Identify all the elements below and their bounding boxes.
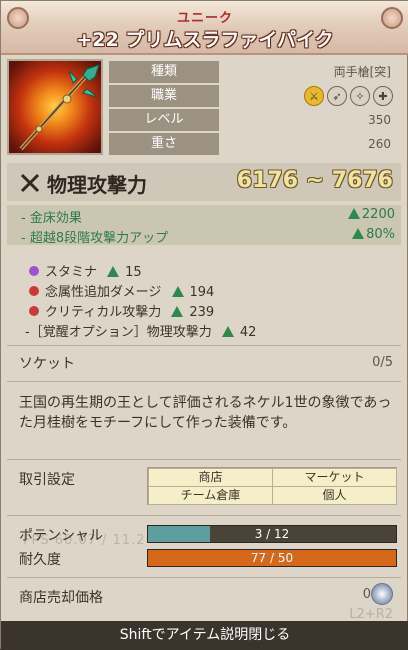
divider (7, 459, 401, 460)
up-arrow-icon (221, 326, 234, 337)
class-icons: ⚔ ➶ ✧ ✚ (304, 86, 393, 106)
stat-label: スタミナ (45, 265, 98, 280)
effect-row-anvil: - 金床効果 2200 (7, 205, 401, 226)
close-description-hint[interactable]: Shiftでアイテム説明閉じる (1, 621, 408, 650)
stat-value: 239 (189, 305, 215, 320)
level-value: 350 (368, 113, 391, 127)
up-arrow-icon (352, 228, 365, 239)
up-arrow-icon (347, 208, 360, 219)
item-name: +22 プリムスラファイパイク (76, 29, 334, 51)
cross-class-icon: ✚ (373, 86, 393, 106)
stat-row-stamina: スタミナ 15 (29, 261, 142, 280)
awakening-label: -［覚醒オプション］物理攻撃力 (25, 325, 212, 340)
info-row-type: 種類 両手槍[突] (109, 61, 401, 83)
class-label: 職業 (109, 85, 219, 107)
transcend-effect-value: 80% (366, 227, 395, 242)
divider (7, 515, 401, 516)
durability-bar: 77 / 50 (147, 549, 397, 567)
up-arrow-icon (171, 286, 184, 297)
trade-settings-table: 商店 マーケット チーム倉庫 個人 (147, 467, 397, 505)
durability-label: 耐久度 (19, 552, 61, 568)
info-row-class: 職業 ⚔ ➶ ✧ ✚ (109, 85, 401, 107)
info-row-weight: 重さ 260 (109, 133, 401, 155)
level-label: レベル (109, 109, 219, 131)
trade-cell-market: マーケット (272, 468, 397, 487)
trade-cell-personal: 個人 (272, 486, 397, 505)
sell-price-label: 商店売却価格 (19, 590, 103, 606)
magic-class-icon: ✧ (350, 86, 370, 106)
socket-label: ソケット (19, 356, 75, 372)
info-row-level: レベル 350 (109, 109, 401, 131)
stat-label: クリティカル攻撃力 (45, 305, 162, 320)
divider (7, 577, 401, 578)
divider (7, 381, 401, 382)
potential-value: 3 / 12 (254, 527, 290, 541)
trade-cell-shop: 商店 (148, 468, 273, 487)
stat-row-critical: クリティカル攻撃力 239 (29, 301, 215, 320)
durability-value: 77 / 50 (250, 551, 294, 565)
item-tooltip: ユニーク +22 プリムスラファイパイク 種類 両手槍[突] 職業 ⚔ ➶ ✧ … (0, 0, 408, 650)
up-arrow-icon (107, 266, 120, 277)
awakening-value: 42 (239, 325, 257, 340)
physical-attack-value: 6176 ~ 7676 (236, 168, 393, 193)
anvil-effect-value: 2200 (361, 207, 395, 222)
stat-value: 15 (125, 265, 142, 280)
bow-class-icon: ➶ (327, 86, 347, 106)
weight-value: 260 (368, 137, 391, 151)
type-label: 種類 (109, 61, 219, 83)
anvil-effect-label: - 金床効果 (21, 211, 82, 226)
transcend-effect-label: - 超越8段階攻撃力アップ (21, 231, 169, 246)
physical-attack-label: 物理攻撃力 (47, 173, 147, 197)
effect-row-transcend: - 超越8段階攻撃力アップ 80% (7, 225, 401, 246)
item-description: 王国の再生期の王として評価されるネケル1世の象徴であった月桂樹をモチーフにして作… (19, 395, 392, 431)
sell-price-value: 0 (362, 587, 371, 602)
tooltip-header: ユニーク +22 プリムスラファイパイク (1, 1, 408, 55)
purple-gem-icon (29, 266, 39, 276)
potential-bar: 3 / 12 (147, 525, 397, 543)
red-gem-icon (29, 306, 39, 316)
spear-icon (19, 64, 100, 151)
stat-value: 194 (189, 285, 215, 300)
potential-label: ポテンシャル (19, 528, 103, 544)
sword-class-icon: ⚔ (304, 86, 324, 106)
socket-value: 0/5 (372, 355, 393, 370)
red-gem-icon (29, 286, 39, 296)
controller-hint: L2+R2 (349, 607, 393, 622)
type-value: 両手槍[突] (333, 65, 391, 79)
stat-row-awakening: -［覚醒オプション］物理攻撃力 42 (25, 321, 257, 340)
attack-section: 物理攻撃力 6176 ~ 7676 (7, 163, 401, 201)
item-image (7, 59, 103, 155)
trade-settings-label: 取引設定 (19, 472, 75, 488)
rarity-label: ユニーク (176, 11, 233, 26)
divider (7, 345, 401, 346)
stat-label: 念属性追加ダメージ (45, 285, 162, 300)
stat-row-element-damage: 念属性追加ダメージ 194 (29, 281, 215, 300)
crossed-swords-icon (20, 173, 40, 193)
trade-cell-team-storage: チーム倉庫 (148, 486, 273, 505)
weight-label: 重さ (109, 133, 219, 155)
up-arrow-icon (171, 306, 184, 317)
silver-coin-icon (371, 583, 393, 605)
